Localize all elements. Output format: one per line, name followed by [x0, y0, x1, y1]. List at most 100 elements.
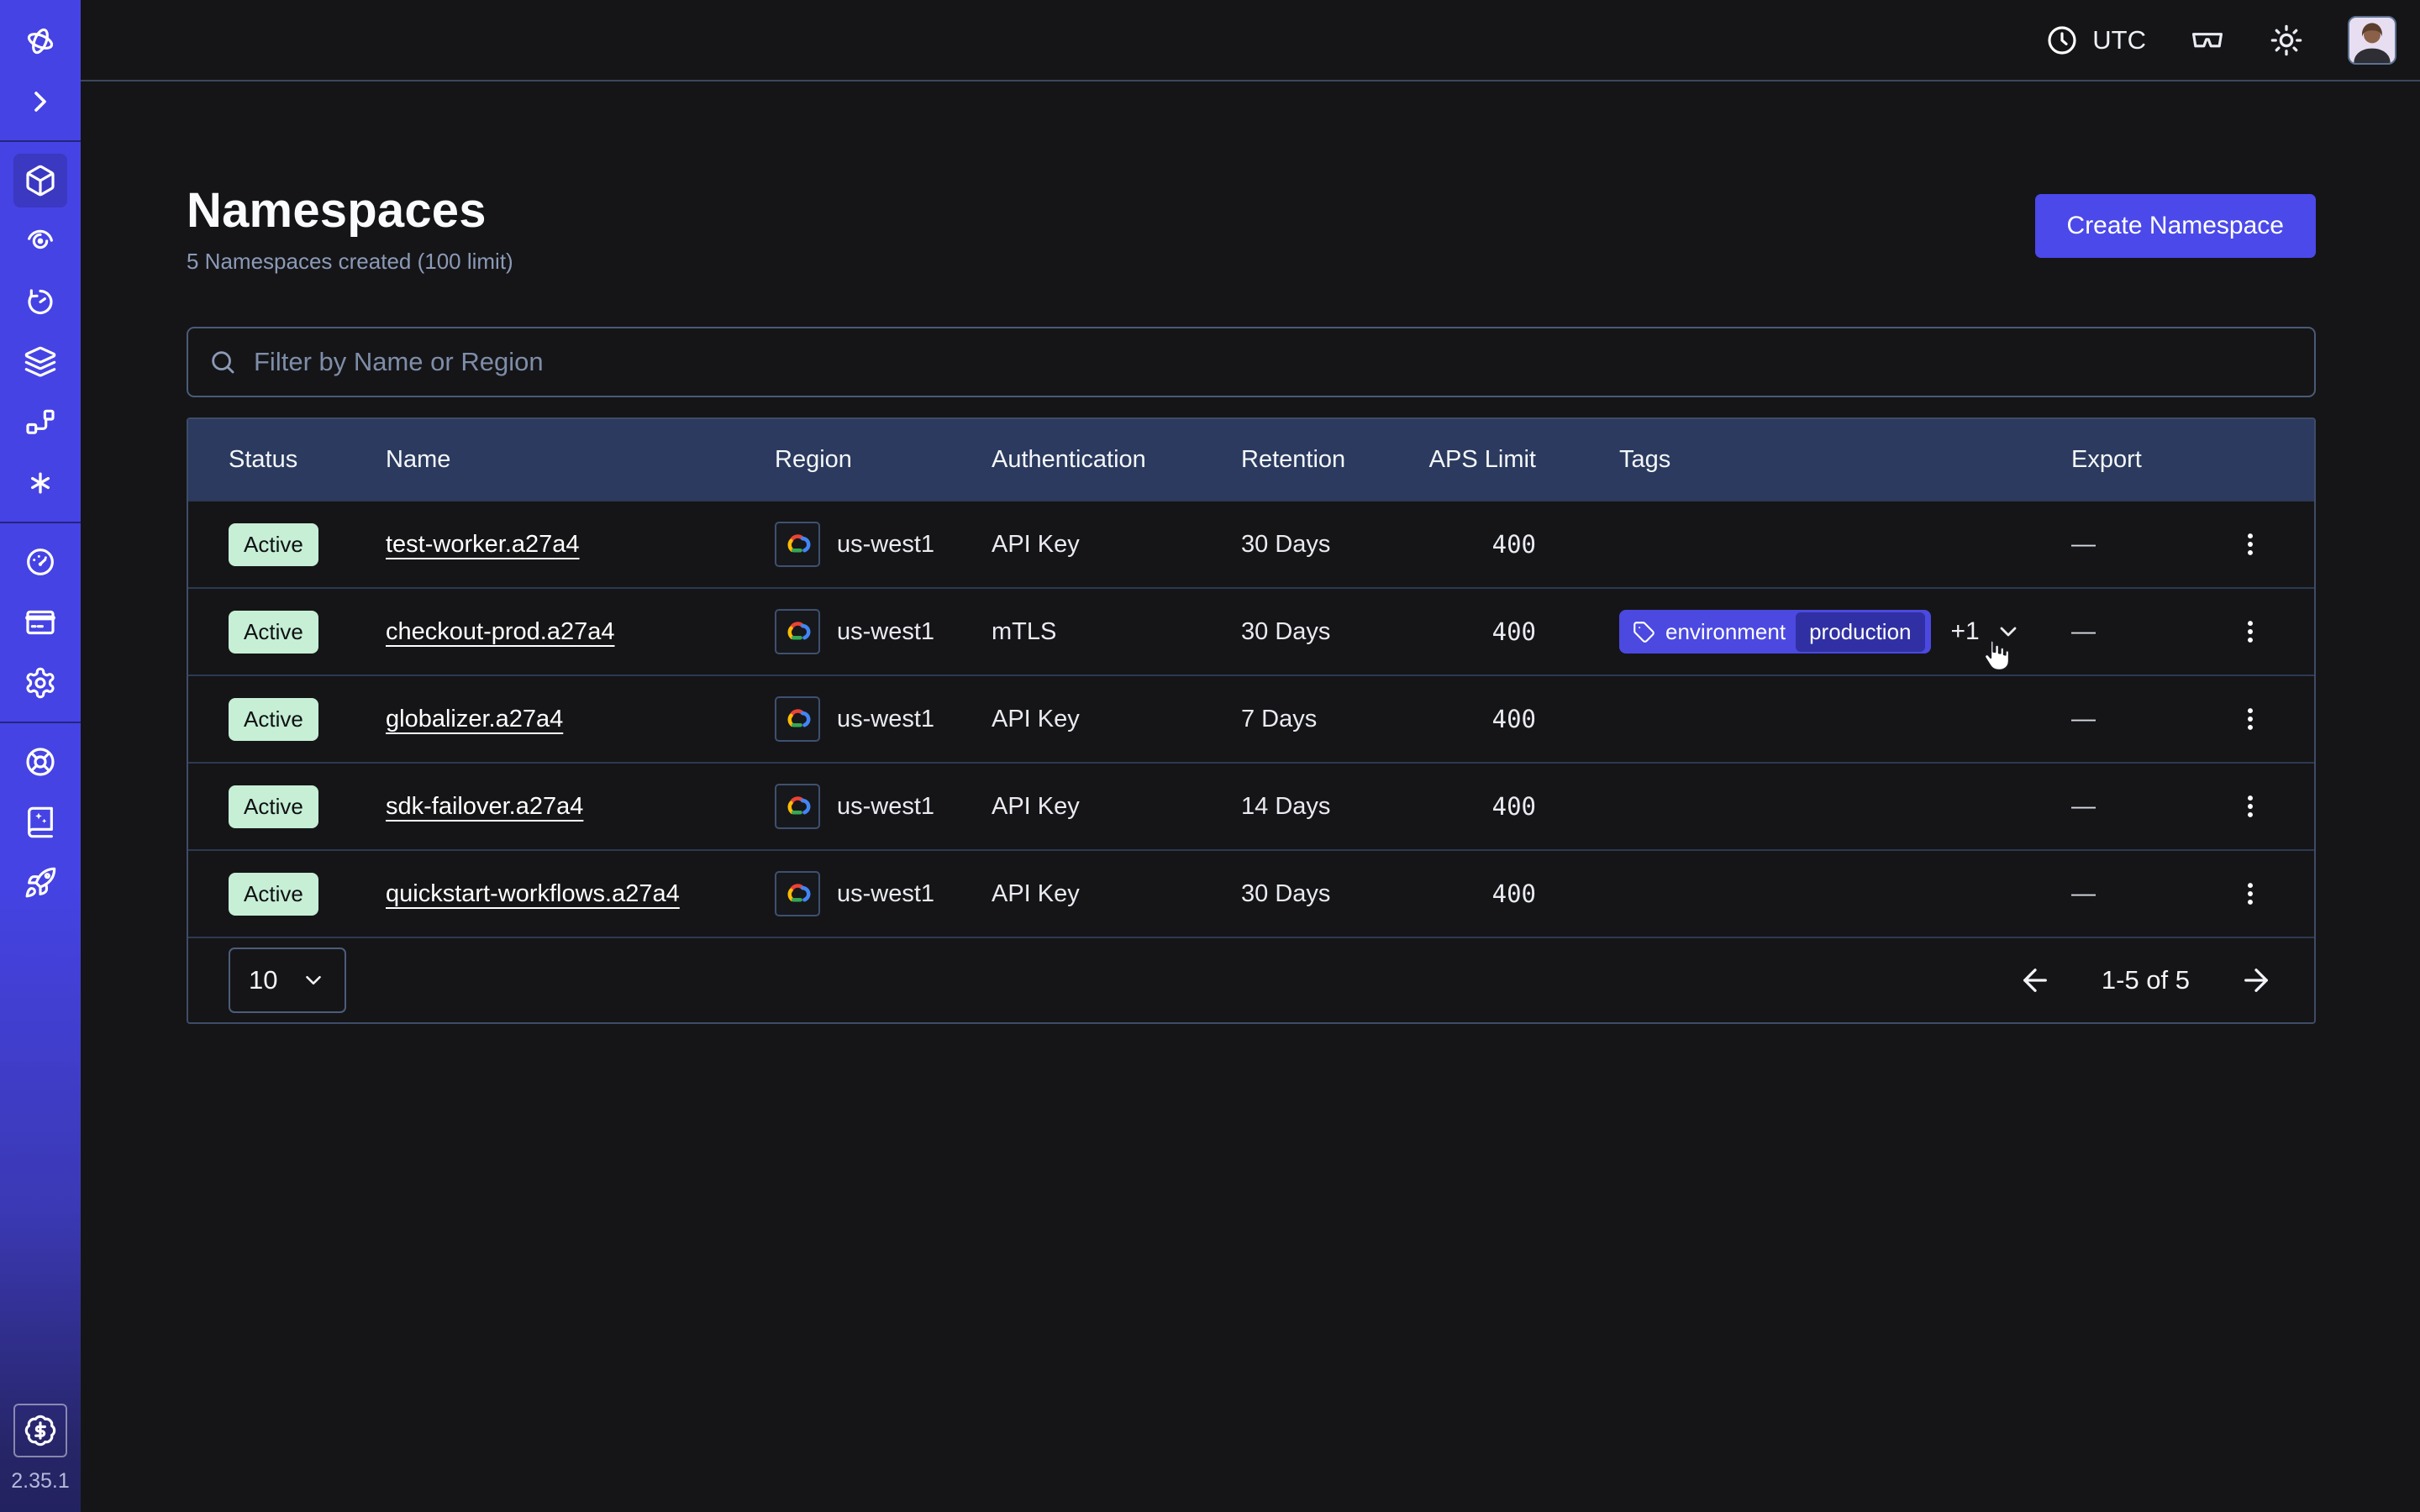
export-value: —: [2071, 618, 2176, 646]
status-badge: Active: [229, 611, 318, 654]
app-version: 2.35.1: [11, 1469, 70, 1494]
tag-key: environment: [1665, 619, 1786, 645]
sidebar-item-workflows[interactable]: [13, 396, 67, 449]
row-menu-kebab-icon[interactable]: [2230, 869, 2270, 919]
clock-icon: [2045, 24, 2079, 57]
user-avatar[interactable]: [2348, 16, 2396, 65]
previous-page-arrow-icon[interactable]: [2018, 963, 2053, 998]
row-menu-kebab-icon[interactable]: [2230, 694, 2270, 744]
auth-method: API Key: [992, 793, 1241, 821]
column-header-retention: Retention: [1241, 446, 1389, 474]
sidebar-item-usage[interactable]: [13, 535, 67, 589]
sidebar-item-docs[interactable]: [13, 795, 67, 849]
workflow-branch-icon: [24, 406, 57, 439]
namespace-link[interactable]: globalizer.a27a4: [386, 706, 563, 732]
retention-value: 30 Days: [1241, 880, 1389, 908]
book-sparkles-icon: [24, 806, 57, 839]
table-row: Active checkout-prod.a27a4 us-west1 mTLS…: [188, 587, 2314, 675]
retention-value: 7 Days: [1241, 706, 1389, 733]
next-page-arrow-icon[interactable]: [2238, 963, 2274, 998]
export-value: —: [2071, 706, 2176, 733]
column-header-status: Status: [229, 446, 386, 474]
row-menu-kebab-icon[interactable]: [2230, 781, 2270, 832]
region-label: us-west1: [837, 706, 934, 733]
topbar: UTC: [81, 0, 2420, 81]
gear-icon: [24, 666, 57, 700]
auth-method: API Key: [992, 706, 1241, 733]
table-row: Active globalizer.a27a4 us-west1 API Key…: [188, 675, 2314, 762]
sidebar-item-namespaces[interactable]: [13, 154, 67, 207]
sidebar-divider: [0, 140, 81, 142]
browser-card-icon: [24, 606, 57, 639]
retention-value: 30 Days: [1241, 618, 1389, 646]
eye-spiral-icon: [24, 224, 57, 258]
tags-expand-chevron-icon[interactable]: [1995, 618, 2022, 645]
column-header-authentication: Authentication: [992, 446, 1241, 474]
timer-icon: [24, 285, 57, 318]
column-header-export: Export: [2071, 446, 2176, 474]
auth-method: API Key: [992, 880, 1241, 908]
light-theme-sun-icon[interactable]: [2269, 23, 2304, 58]
aps-limit-value: 400: [1492, 705, 1536, 733]
sidebar-item-billing[interactable]: [13, 596, 67, 649]
aps-limit-value: 400: [1492, 792, 1536, 821]
tag-value: production: [1796, 612, 1924, 652]
table-footer: 10 1-5 of 5: [188, 937, 2314, 1022]
chevron-down-icon: [301, 968, 326, 993]
export-value: —: [2071, 880, 2176, 908]
sidebar-item-support[interactable]: [13, 735, 67, 789]
lifebuoy-icon: [24, 745, 57, 779]
namespace-link[interactable]: sdk-failover.a27a4: [386, 793, 583, 820]
sidebar-item-nexus[interactable]: [13, 456, 67, 510]
page-size-value: 10: [249, 965, 277, 995]
gauge-icon: [24, 545, 57, 579]
tag-pill[interactable]: environment production: [1619, 610, 1931, 654]
temporal-logo-icon[interactable]: [13, 14, 67, 68]
status-badge: Active: [229, 698, 318, 741]
table-header-row: Status Name Region Authentication Retent…: [188, 419, 2314, 500]
status-badge: Active: [229, 873, 318, 916]
sidebar-item-getting-started[interactable]: [13, 856, 67, 910]
layers-icon: [24, 345, 57, 379]
page-size-select[interactable]: 10: [229, 948, 346, 1013]
filter-input[interactable]: [254, 347, 2294, 377]
reader-glasses-icon[interactable]: [2190, 23, 2225, 58]
sidebar-item-deployments[interactable]: [13, 335, 67, 389]
column-header-tags: Tags: [1536, 446, 2071, 474]
export-value: —: [2071, 793, 2176, 821]
row-menu-kebab-icon[interactable]: [2230, 606, 2270, 657]
sidebar-item-schedules[interactable]: [13, 275, 67, 328]
timezone-label: UTC: [2092, 25, 2146, 55]
namespaces-table: Status Name Region Authentication Retent…: [187, 417, 2316, 1024]
sidebar-expand-button[interactable]: [13, 75, 67, 129]
table-row: Active sdk-failover.a27a4 us-west1 API K…: [188, 762, 2314, 849]
filter-bar: [187, 327, 2316, 397]
region-label: us-west1: [837, 793, 934, 821]
region-label: us-west1: [837, 880, 934, 908]
timezone-selector[interactable]: UTC: [2045, 24, 2146, 57]
main-content: Namespaces 5 Namespaces created (100 lim…: [81, 83, 2420, 1512]
namespace-link[interactable]: test-worker.a27a4: [386, 531, 580, 558]
sidebar-item-settings[interactable]: [13, 656, 67, 710]
gcp-cloud-icon: [775, 609, 820, 654]
badge-dollar-icon: [24, 1414, 57, 1447]
gcp-cloud-icon: [775, 522, 820, 567]
status-badge: Active: [229, 785, 318, 828]
tags-more-count: +1: [1951, 617, 1980, 646]
create-namespace-button[interactable]: Create Namespace: [2035, 194, 2316, 258]
namespace-link[interactable]: quickstart-workflows.a27a4: [386, 880, 680, 907]
page-subtitle: 5 Namespaces created (100 limit): [187, 249, 2316, 275]
page-title: Namespaces: [187, 182, 2316, 239]
region-label: us-west1: [837, 531, 934, 559]
retention-value: 14 Days: [1241, 793, 1389, 821]
namespace-link[interactable]: checkout-prod.a27a4: [386, 618, 614, 645]
status-badge: Active: [229, 523, 318, 566]
aps-limit-value: 400: [1492, 879, 1536, 908]
sidebar-item-observe[interactable]: [13, 214, 67, 268]
plan-badge-button[interactable]: [13, 1404, 67, 1457]
region-label: us-west1: [837, 618, 934, 646]
aps-limit-value: 400: [1492, 530, 1536, 559]
export-value: —: [2071, 531, 2176, 559]
cube-icon: [24, 164, 57, 197]
row-menu-kebab-icon[interactable]: [2230, 519, 2270, 570]
